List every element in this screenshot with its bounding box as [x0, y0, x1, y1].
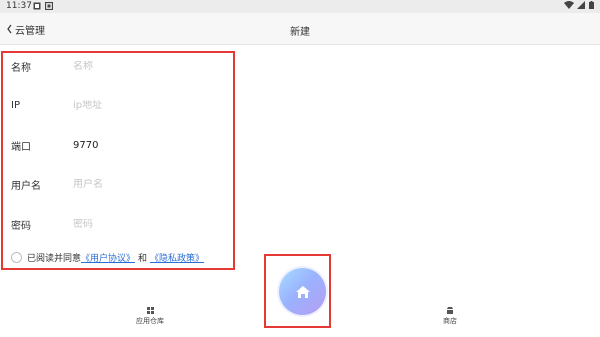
home-button[interactable]: [279, 268, 326, 315]
wifi-icon: [563, 1, 574, 9]
signal-icon: [577, 1, 586, 9]
user-agreement-link[interactable]: 《用户协议》: [81, 251, 135, 264]
status-icons: [563, 1, 594, 11]
status-bar: 11:37: [0, 0, 600, 13]
username-input[interactable]: [73, 178, 213, 190]
ip-row: IP: [11, 96, 213, 114]
name-input[interactable]: [73, 60, 213, 72]
grid-icon: [146, 307, 154, 314]
tab-store-label: 商店: [443, 317, 457, 325]
store-icon: [447, 307, 453, 314]
page-title: 新建: [290, 27, 310, 38]
port-input[interactable]: [73, 139, 213, 151]
agreement-prefix: 已阅读并同意: [27, 254, 82, 264]
ip-label: IP: [11, 99, 20, 111]
battery-icon: [589, 1, 594, 9]
password-row: 密码: [11, 215, 213, 233]
tab-store[interactable]: 商店: [443, 307, 457, 326]
nav-bar: 云管理 新建: [0, 13, 600, 45]
password-label: 密码: [11, 220, 31, 232]
tab-app-repo-label: 应用仓库: [136, 317, 164, 325]
username-label: 用户名: [11, 180, 41, 192]
tab-app-repo[interactable]: 应用仓库: [136, 307, 164, 326]
app-notification-icon: [45, 2, 53, 10]
password-input[interactable]: [73, 218, 213, 230]
port-label: 端口: [11, 141, 31, 153]
port-row: 端口: [11, 136, 213, 154]
ip-input[interactable]: [73, 99, 213, 111]
agreement-and: 和: [138, 254, 148, 264]
privacy-policy-link[interactable]: 《隐私政策》: [150, 251, 204, 264]
agreement-row: 已阅读并同意 《用户协议》 和 《隐私政策》: [11, 251, 204, 264]
username-row: 用户名: [11, 175, 213, 193]
image-notification-icon: [33, 2, 41, 10]
status-time: 11:37: [6, 1, 32, 11]
home-button-frame: [264, 254, 331, 328]
name-label: 名称: [11, 62, 31, 74]
agree-radio[interactable]: [11, 252, 22, 263]
name-row: 名称: [11, 57, 213, 75]
home-icon: [295, 285, 310, 298]
form-panel: 名称 IP 端口 用户名 密码 已阅读并同意 《用户协议》 和 《隐私政策》: [1, 51, 235, 270]
